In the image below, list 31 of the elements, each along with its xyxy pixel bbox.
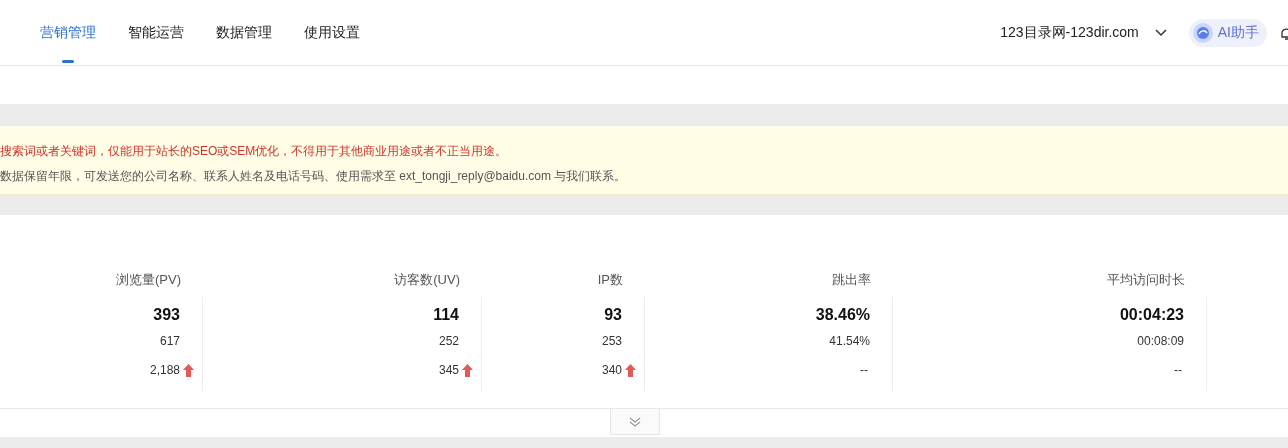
metric-value: --	[1174, 362, 1182, 379]
nav-tab[interactable]: 营销管理	[40, 0, 96, 65]
metric-value: 345	[438, 362, 459, 379]
metric-value: 393	[152, 305, 180, 325]
metric-value: 617	[158, 333, 180, 350]
warning-text: 搜索词或者关键词，仅能用于站长的SEO或SEM优化，不得用于其他商业用途或者不正当用途。	[0, 143, 509, 160]
metric-value: 114	[432, 305, 459, 325]
metric-value: 41.54%	[828, 333, 870, 350]
metric-label: 平均访问时长	[1106, 271, 1186, 289]
nav-tab[interactable]: 智能运营	[128, 0, 184, 65]
metric-value: 340	[601, 362, 622, 379]
metric-value: 253	[600, 333, 622, 350]
ai-assistant-button[interactable]: AI助手	[1188, 18, 1267, 47]
info-text: 数据保留年限，可发送您的公司名称、联系人姓名及电话号码、使用需求至 ext_tongji_reply@baidu.com 与我们联系。	[0, 168, 628, 185]
nav-tab[interactable]: 数据管理	[216, 0, 272, 65]
assistant-orb-icon	[1191, 21, 1214, 44]
double-chevron-down-icon	[629, 416, 641, 427]
metric-value: 93	[603, 305, 622, 325]
metric-label: 访客数(UV)	[393, 271, 461, 289]
metric-value: 38.46%	[814, 305, 870, 325]
metric-value: 00:08:09	[1136, 333, 1184, 350]
metric-label: 跳出率	[831, 271, 872, 289]
chevron-down-icon[interactable]	[1154, 28, 1167, 37]
metric-label: IP数	[596, 271, 624, 289]
metric-value: 252	[437, 333, 459, 350]
metric-label: 浏览量(PV)	[115, 271, 182, 289]
metric-value: 00:04:23	[1118, 305, 1184, 325]
site-selector[interactable]: 123目录网-123dir.com	[1000, 23, 1139, 42]
metric-value: --	[860, 362, 868, 379]
nav-tab[interactable]: 使用设置	[304, 0, 360, 65]
metric-value: 2,188	[149, 362, 180, 379]
